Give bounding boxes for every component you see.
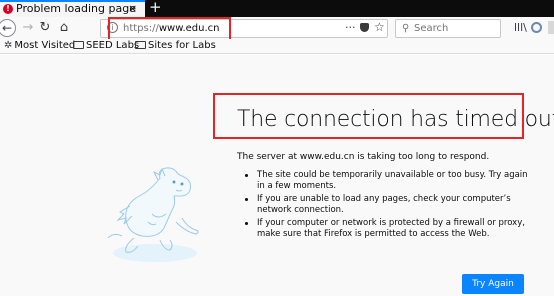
list-item: The site could be temporarily unavailabl…	[244, 170, 534, 191]
account-icon[interactable]	[531, 22, 542, 33]
search-icon: ⚲	[402, 23, 410, 34]
error-page: The connection has timed out The server …	[0, 55, 554, 296]
bookmark-star-icon[interactable]: ☆	[374, 20, 385, 35]
close-tab-icon[interactable]: ×	[128, 2, 137, 16]
alert-icon: !	[3, 4, 13, 14]
folder-icon	[73, 41, 84, 49]
tab-strip: ! Problem loading page × +	[0, 0, 554, 17]
url-highlight-annotation	[108, 17, 231, 41]
reload-icon[interactable]: ↻	[38, 17, 52, 39]
bookmark-seed-labs[interactable]: SEED Labs	[73, 39, 139, 53]
forward-icon[interactable]: →	[21, 17, 35, 39]
error-description: The server at www.edu.cn is taking too l…	[237, 152, 490, 162]
error-reasons-list: The site could be temporarily unavailabl…	[244, 170, 534, 242]
list-item: If you are unable to load any pages, che…	[244, 194, 534, 215]
pocket-icon[interactable]	[360, 23, 369, 32]
search-input[interactable]	[414, 22, 498, 35]
home-icon[interactable]: ⌂	[57, 17, 71, 39]
new-tab-icon[interactable]: +	[149, 0, 162, 16]
page-actions-icon[interactable]: ···	[345, 20, 356, 35]
bookmark-sites-for-labs[interactable]: Sites for Labs	[135, 39, 216, 53]
bookmark-most-visited[interactable]: ✲ Most Visited	[4, 39, 75, 53]
bookmarks-toolbar: ✲ Most Visited SEED Labs Sites for Labs	[0, 39, 554, 54]
tab-title: Problem loading page	[16, 2, 136, 15]
gear-icon: ✲	[4, 40, 13, 51]
try-again-button[interactable]: Try Again	[462, 274, 524, 294]
bookmark-label: Most Visited	[14, 40, 76, 51]
navigation-toolbar: ← → ↻ ⌂ i https://www.edu.cn ··· ☆ ⚲ lll…	[0, 17, 554, 39]
menu-button[interactable]	[548, 21, 554, 34]
back-arrow-icon: ←	[0, 19, 16, 37]
back-button[interactable]: ←	[0, 17, 18, 39]
error-title: The connection has timed out	[237, 107, 554, 132]
bookmark-label: SEED Labs	[86, 40, 140, 51]
search-box[interactable]: ⚲	[395, 19, 501, 38]
dinosaur-illustration-icon	[107, 167, 199, 262]
bookmark-label: Sites for Labs	[148, 40, 216, 51]
folder-icon	[135, 41, 146, 49]
library-icon[interactable]: lll\	[514, 17, 527, 39]
list-item: If your computer or network is protected…	[244, 218, 534, 239]
tab-problem-loading[interactable]: ! Problem loading page ×	[0, 0, 145, 17]
